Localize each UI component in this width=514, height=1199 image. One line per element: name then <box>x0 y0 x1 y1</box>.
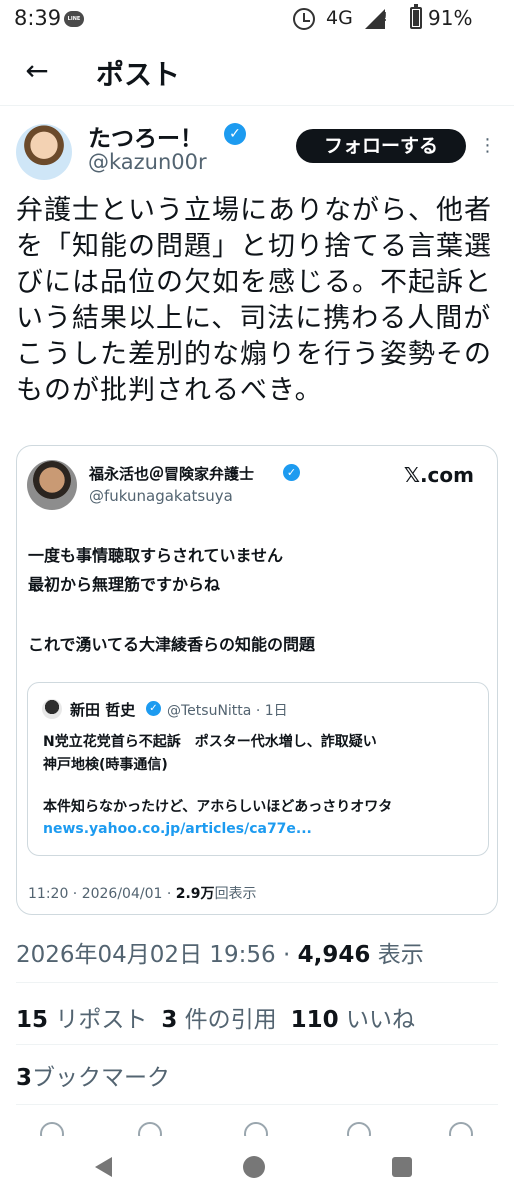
quoted-text-line: 一度も事情聴取すらされていません <box>28 546 284 565</box>
views-label: 表示 <box>377 942 424 968</box>
nav-home-icon[interactable] <box>243 1156 265 1178</box>
quoted-text-line: これで湧いてる大津綾香らの知能の問題 <box>28 635 316 654</box>
header: ← ポスト <box>0 38 514 106</box>
likes-stat[interactable]: 110 いいね <box>291 1007 415 1033</box>
status-time: 8:39 <box>14 6 62 30</box>
system-nav-bar <box>0 1140 514 1199</box>
author-name[interactable]: たつろー！ <box>88 119 203 153</box>
more-options-icon[interactable]: ⋮ <box>476 136 500 156</box>
quoted-views-count: 2.9万 <box>175 886 215 902</box>
share-icon[interactable] <box>449 1122 475 1136</box>
divider <box>16 982 498 983</box>
post-meta: 2026年04月02日 19:56 · 4,946 表示 <box>16 942 424 968</box>
nav-back-icon[interactable] <box>95 1157 112 1177</box>
quoted-verified-badge-icon: ✓ <box>283 464 300 481</box>
quoted-author-name: 福永活也＠冒険家弁護士 <box>89 465 255 483</box>
nested-text-line: 本件知らなかったけど、アホらしいほどあっさりオワタ <box>43 799 393 815</box>
quoted-post-card[interactable]: 福永活也＠冒険家弁護士 ✓ @fukunagakatsuya 𝕏.com 一度も… <box>16 445 498 915</box>
battery-icon <box>410 4 422 29</box>
reply-icon[interactable] <box>40 1122 66 1136</box>
quoted-footer: 11:20 · 2026/04/01 · 2.9万回表示 <box>28 883 257 903</box>
author-handle[interactable]: @kazun00r <box>88 150 207 174</box>
nested-author-meta: @TetsuNitta · 1日 <box>167 703 288 719</box>
line-app-icon: LINE <box>64 11 84 27</box>
nested-verified-badge-icon: ✓ <box>146 701 161 716</box>
quoted-author-avatar <box>27 460 77 510</box>
status-bar: 8:39 LINE 4G 91% <box>0 0 514 38</box>
reposts-stat[interactable]: 15 リポスト <box>16 1007 147 1033</box>
post-date: 2026年04月02日 19:56 <box>16 942 276 968</box>
engagement-stats: 15 リポスト 3 件の引用 110 いいね <box>16 1000 429 1034</box>
nested-text-line: 神戸地検(時事通信) <box>43 757 168 773</box>
article-link[interactable]: news.yahoo.co.jp/articles/ca77e... <box>43 821 312 837</box>
alarm-icon <box>293 8 315 30</box>
nested-text-line: N党立花党首ら不起訴 ポスター代水増し、詐取疑い <box>43 734 377 750</box>
back-arrow-icon[interactable]: ← <box>22 56 52 86</box>
quoted-text-line: 最初から無理筋ですからね <box>28 575 221 594</box>
follow-button[interactable]: フォローする <box>296 129 466 163</box>
bookmark-icon[interactable] <box>347 1122 373 1136</box>
quoted-author-handle: @fukunagakatsuya <box>89 487 233 505</box>
repost-icon[interactable] <box>138 1122 164 1136</box>
divider <box>16 1104 498 1105</box>
battery-percent: 91% <box>428 6 473 30</box>
quotes-stat[interactable]: 3 件の引用 <box>161 1007 276 1033</box>
quoted-views-label: 回表示 <box>214 886 257 902</box>
network-label: 4G <box>326 7 353 29</box>
x-logo-icon: 𝕏.com <box>403 463 474 487</box>
bookmarks-stat[interactable]: 3ブックマーク <box>16 1058 170 1092</box>
signal-icon <box>365 9 387 29</box>
quoted-timestamp: 11:20 · 2026/04/01 · <box>28 886 176 902</box>
nav-recents-icon[interactable] <box>392 1157 412 1177</box>
like-icon[interactable] <box>244 1122 270 1136</box>
nested-quoted-post[interactable]: 新田 哲史 ✓ @TetsuNitta · 1日 N党立花党首ら不起訴 ポスター… <box>27 682 489 856</box>
divider <box>16 1044 498 1045</box>
post-text: 弁護士という立場にありながら、他者を「知能の問題」と切り捨てる言葉選びには品位の… <box>16 195 492 406</box>
page-title: ポスト <box>96 58 181 91</box>
author-avatar[interactable] <box>16 124 72 180</box>
verified-badge-icon: ✓ <box>224 123 246 145</box>
views-count: 4,946 <box>297 942 371 968</box>
nested-author-avatar <box>42 699 62 719</box>
nested-author-name: 新田 哲史 <box>70 701 136 719</box>
